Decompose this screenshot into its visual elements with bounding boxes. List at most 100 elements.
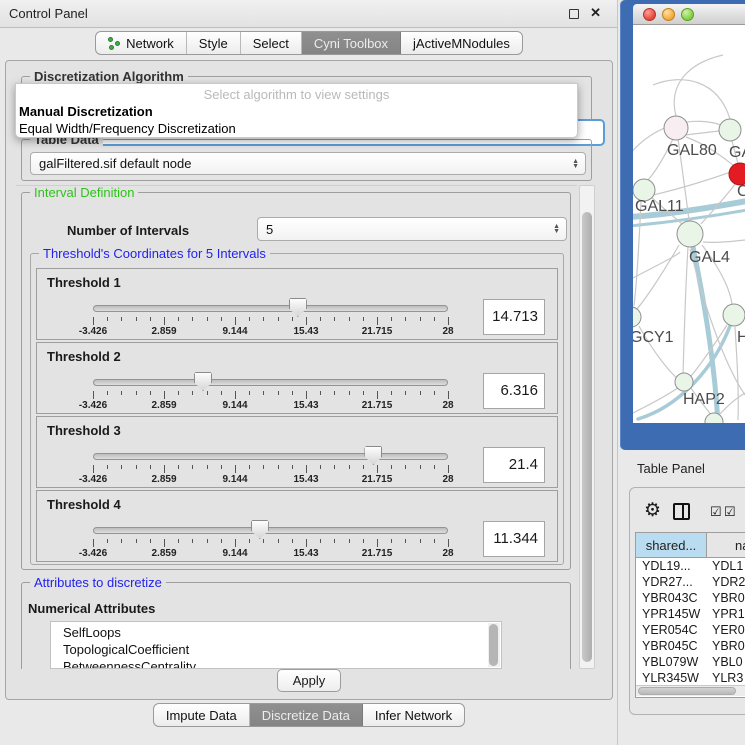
slider-tick [221,317,222,321]
table-row[interactable]: YER054CYER0 [636,622,745,638]
table-data-combobox[interactable]: galFiltered.sif default node ▲▼ [30,152,586,175]
close-traffic-light[interactable] [643,8,656,21]
network-canvas[interactable]: GAL80GACGAL11GAL4GCY1HHAP2 [633,25,745,423]
network-node[interactable] [675,373,693,391]
threshold-value-field[interactable]: 11.344 [483,521,545,557]
checkbox-icon[interactable]: ☑ [710,504,722,520]
popup-item-equal-width[interactable]: Equal Width/Frequency Discretization [19,121,236,136]
table-cell: YBR043C [636,590,707,606]
checkbox-icon[interactable]: ☑ [724,504,736,520]
table-row[interactable]: YLR345WYLR3 [636,670,745,682]
network-node[interactable] [729,163,745,185]
column-header-name[interactable]: na [707,533,745,557]
slider-track[interactable] [93,527,448,534]
slider-tick [107,465,108,469]
slider-thumb[interactable] [194,372,212,391]
threshold-4-slider[interactable]: -3.4262.8599.14415.4321.71528 [93,491,448,563]
tab-network[interactable]: Network [96,32,187,54]
table-cell: YER054C [636,622,707,638]
slider-tick [278,539,279,543]
number-of-intervals-combobox[interactable]: 5 ▲▼ [257,217,567,241]
slider-tick [292,317,293,321]
slider-tick [249,317,250,321]
network-node[interactable] [705,413,723,423]
slider-track[interactable] [93,453,448,460]
horizontal-scrollbar[interactable] [636,685,745,696]
table-cell: YDR27... [636,574,707,590]
attribute-item[interactable]: TopologicalCoefficient [63,641,501,658]
column-header-shared[interactable]: shared... [636,533,707,557]
table-row[interactable]: YDL19...YDL1 [636,558,745,574]
slider-tick [249,391,250,395]
attribute-item[interactable]: BetweennessCentrality [63,658,501,669]
scrollbar-thumb[interactable] [582,212,592,662]
tab-infer-network[interactable]: Infer Network [363,704,464,726]
popup-item-manual-discretization[interactable]: Manual Discretization [19,104,153,119]
slider-thumb[interactable] [364,446,382,465]
gear-icon[interactable]: ⚙ [644,501,661,520]
slider-tick-labels: -3.4262.8599.14415.4321.71528 [93,474,448,486]
threshold-value-field[interactable]: 21.4 [483,447,545,483]
minimize-traffic-light[interactable] [662,8,675,21]
bottom-tab-bar: Impute Data Discretize Data Infer Networ… [0,703,618,727]
table-data-value: galFiltered.sif default node [39,156,191,171]
threshold-2-slider[interactable]: -3.4262.8599.14415.4321.71528 [93,343,448,415]
slider-tick [434,539,435,543]
attribute-item[interactable]: SelfLoops [63,624,501,641]
slider-tick [377,465,378,473]
slider-tick-label: 15.43 [293,326,318,337]
tab-select[interactable]: Select [241,32,302,54]
numerical-attributes-list[interactable]: SelfLoopsTopologicalCoefficientBetweenne… [50,621,502,669]
zoom-traffic-light[interactable] [681,8,694,21]
tab-label: Style [199,36,228,51]
stepper-arrows-icon: ▲▼ [553,224,560,234]
slider-tick [207,539,208,543]
slider-thumb[interactable] [251,520,269,539]
threshold-3-slider[interactable]: -3.4262.8599.14415.4321.71528 [93,417,448,489]
slider-tick-label: -3.426 [79,400,107,411]
tab-cyni-toolbox[interactable]: Cyni Toolbox [302,32,401,54]
network-node[interactable] [664,116,688,140]
scrollbar-thumb[interactable] [638,687,736,695]
slider-track[interactable] [93,305,448,312]
table-row[interactable]: YBR045CYBR0 [636,638,745,654]
network-node[interactable] [723,304,745,326]
tab-jactivemnodules[interactable]: jActiveMNodules [401,32,522,54]
network-node[interactable] [677,221,703,247]
slider-tick [178,539,179,543]
close-icon[interactable]: ✕ [590,5,601,21]
float-window-icon[interactable] [569,9,579,19]
threshold-value-field[interactable]: 6.316 [483,373,545,409]
node-attribute-table: shared... na YDL19...YDL1YDR27...YDR2YBR… [635,532,745,698]
slider-thumb[interactable] [289,298,307,317]
table-row[interactable]: YBR043CYBR0 [636,590,745,606]
slider-tick [121,391,122,395]
tab-label: jActiveMNodules [413,36,510,51]
apply-button[interactable]: Apply [277,669,341,692]
tab-discretize-data[interactable]: Discretize Data [250,704,363,726]
slider-tick [334,539,335,543]
slider-tick-label: 9.144 [222,474,247,485]
vertical-scrollbar[interactable] [579,185,595,669]
slider-tick-labels: -3.4262.8599.14415.4321.71528 [93,400,448,412]
algorithm-dropdown-popup: Select algorithm to view settings Manual… [15,83,578,138]
network-view-window[interactable]: GAL80GACGAL11GAL4GCY1HHAP2 [620,0,745,450]
slider-tick [420,539,421,543]
table-row[interactable]: YPR145WYPR1 [636,606,745,622]
slider-tick [391,465,392,469]
threshold-1-slider[interactable]: -3.4262.8599.14415.4321.71528 [93,269,448,341]
threshold-value-field[interactable]: 14.713 [483,299,545,335]
network-window-titlebar[interactable] [633,4,745,25]
tab-style[interactable]: Style [187,32,241,54]
slider-tick [150,317,151,321]
list-scrollbar[interactable] [488,623,500,667]
tab-impute-data[interactable]: Impute Data [154,704,250,726]
network-node[interactable] [633,307,641,327]
table-row[interactable]: YDR27...YDR2 [636,574,745,590]
network-node[interactable] [719,119,741,141]
slider-tick-label: 28 [442,400,453,411]
table-row[interactable]: YBL079WYBL0 [636,654,745,670]
slider-tick [434,391,435,395]
columns-icon[interactable] [673,503,690,520]
slider-track[interactable] [93,379,448,386]
